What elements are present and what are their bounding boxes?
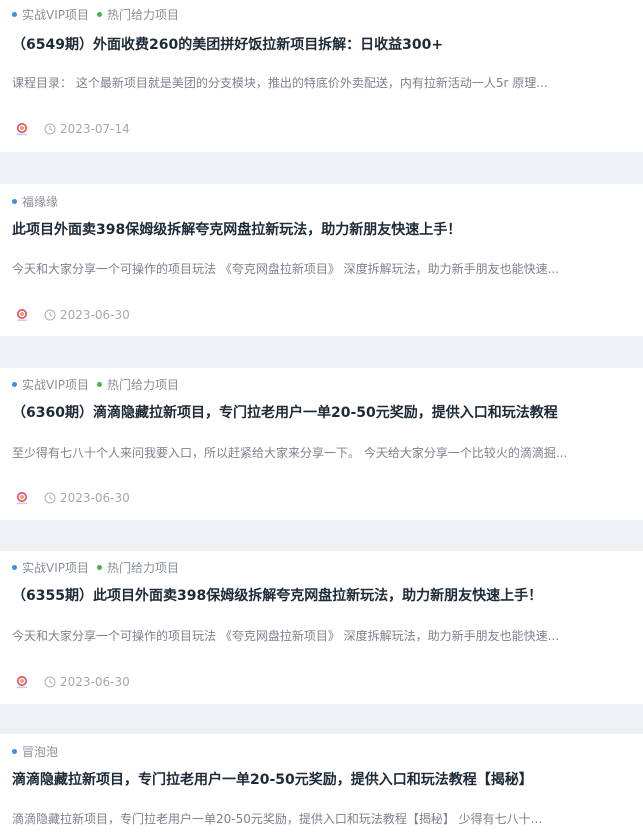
tag-label[interactable]: 实战VIP项目 (22, 6, 89, 23)
post-card[interactable]: 冒泡泡 滴滴隐藏拉新项目，专门拉老用户一单20-50元奖励，提供入口和玩法教程【… (0, 734, 643, 837)
author-avatar[interactable] (14, 307, 30, 323)
tag-row: 实战VIP项目 热门给力项目 (12, 559, 187, 575)
tag-dot-icon (12, 198, 17, 204)
post-meta: 2023-06-30 (14, 490, 130, 506)
post-card[interactable]: 实战VIP项目 热门给力项目 （6549期）外面收费260的美团拼好饭拉新项目拆… (0, 0, 643, 152)
tag-dot-icon (97, 564, 102, 570)
author-avatar[interactable] (14, 490, 30, 506)
post-meta: 2023-06-30 (14, 674, 130, 690)
post-date: 2023-06-30 (60, 308, 130, 322)
tag-row: 实战VIP项目 热门给力项目 (12, 6, 187, 22)
category-tag[interactable]: 实战VIP项目 (12, 6, 89, 23)
post-excerpt: 今天和大家分享一个可操作的项目玩法 《夸克网盘拉新项目》 深度拆解玩法，助力新手… (12, 262, 560, 276)
category-tag[interactable]: 实战VIP项目 (12, 376, 89, 393)
category-tag[interactable]: 热门给力项目 (97, 559, 179, 576)
tag-dot-icon (97, 11, 102, 17)
post-title[interactable]: 此项目外面卖398保姆级拆解夸克网盘拉新玩法，助力新朋友快速上手！ (12, 219, 632, 239)
tag-dot-icon (12, 748, 17, 754)
tag-label[interactable]: 实战VIP项目 (22, 559, 89, 576)
post-meta: 2023-06-30 (14, 307, 130, 323)
post-card[interactable]: 实战VIP项目 热门给力项目 （6360期）滴滴隐藏拉新项目，专门拉老用户一单2… (0, 368, 643, 520)
tag-label[interactable]: 福缘缘 (22, 193, 58, 210)
author-avatar[interactable] (14, 121, 30, 137)
post-title[interactable]: 滴滴隐藏拉新项目，专门拉老用户一单20-50元奖励，提供入口和玩法教程【揭秘】 (12, 769, 632, 789)
tag-dot-icon (12, 564, 17, 570)
category-tag[interactable]: 实战VIP项目 (12, 559, 89, 576)
tag-row: 福缘缘 (12, 193, 66, 209)
author-avatar[interactable] (14, 674, 30, 690)
tag-dot-icon (12, 11, 17, 17)
post-card[interactable]: 福缘缘 此项目外面卖398保姆级拆解夸克网盘拉新玩法，助力新朋友快速上手！ 今天… (0, 184, 643, 336)
tag-label[interactable]: 热门给力项目 (107, 376, 179, 393)
category-tag[interactable]: 热门给力项目 (97, 376, 179, 393)
category-tag[interactable]: 热门给力项目 (97, 6, 179, 23)
post-excerpt: 今天和大家分享一个可操作的项目玩法 《夸克网盘拉新项目》 深度拆解玩法，助力新手… (12, 629, 560, 643)
tag-label[interactable]: 冒泡泡 (22, 743, 58, 760)
post-date: 2023-07-14 (60, 122, 130, 136)
clock-icon (44, 676, 56, 688)
category-tag[interactable]: 冒泡泡 (12, 743, 58, 760)
post-meta: 2023-07-14 (14, 121, 130, 137)
tag-dot-icon (97, 381, 102, 387)
clock-icon (44, 309, 56, 321)
post-title[interactable]: （6549期）外面收费260的美团拼好饭拉新项目拆解：日收益300+ (12, 34, 632, 54)
tag-label[interactable]: 热门给力项目 (107, 559, 179, 576)
post-card[interactable]: 实战VIP项目 热门给力项目 （6355期）此项目外面卖398保姆级拆解夸克网盘… (0, 551, 643, 704)
tag-label[interactable]: 热门给力项目 (107, 6, 179, 23)
post-date: 2023-06-30 (60, 675, 130, 689)
tag-row: 冒泡泡 (12, 743, 66, 759)
category-tag[interactable]: 福缘缘 (12, 193, 58, 210)
tag-row: 实战VIP项目 热门给力项目 (12, 376, 187, 392)
tag-label[interactable]: 实战VIP项目 (22, 376, 89, 393)
post-excerpt: 课程目录： 这个最新项目就是美团的分支模块，推出的特底价外卖配送，内有拉新活动一… (12, 76, 548, 90)
clock-icon (44, 492, 56, 504)
post-excerpt: 滴滴隐藏拉新项目，专门拉老用户一单20-50元奖励，提供入口和玩法教程【揭秘】 … (12, 812, 543, 826)
tag-dot-icon (12, 381, 17, 387)
clock-icon (44, 123, 56, 135)
post-title[interactable]: （6360期）滴滴隐藏拉新项目，专门拉老用户一单20-50元奖励，提供入口和玩法… (12, 402, 632, 422)
post-title[interactable]: （6355期）此项目外面卖398保姆级拆解夸克网盘拉新玩法，助力新朋友快速上手！ (12, 585, 632, 605)
post-date: 2023-06-30 (60, 491, 130, 505)
post-excerpt: 至少得有七八十个人来问我要入口，所以赶紧给大家来分享一下。 今天给大家分享一个比… (12, 446, 568, 460)
